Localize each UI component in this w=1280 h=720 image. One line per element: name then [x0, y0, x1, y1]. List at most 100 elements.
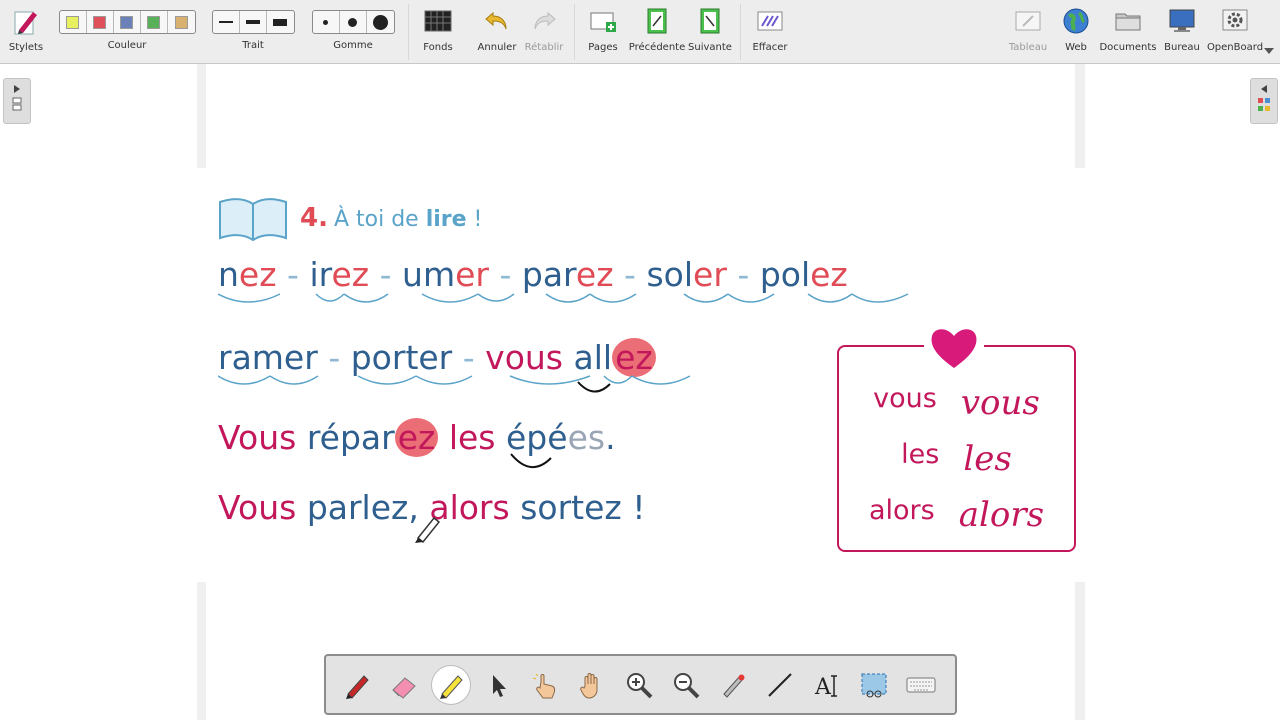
- board-icon: [1013, 0, 1043, 42]
- zoom-out-button[interactable]: [667, 666, 705, 704]
- documents-button[interactable]: Documents: [1099, 0, 1157, 64]
- highlighter-tool-button[interactable]: [432, 665, 470, 704]
- heart-icon: [924, 329, 984, 368]
- precedente-button[interactable]: Précédente: [629, 0, 685, 64]
- pages-thumbnail-icon: [12, 97, 22, 111]
- sight-word-row: les les: [901, 439, 1012, 479]
- zoom-out-icon: [674, 672, 700, 698]
- pages-button[interactable]: Pages: [582, 0, 624, 64]
- effacer-label: Effacer: [752, 42, 788, 53]
- color-tan[interactable]: [168, 11, 195, 33]
- separator: [408, 4, 409, 60]
- hand-icon: [580, 672, 598, 699]
- top-toolbar: Stylets Couleur Trait Gomme Fonds Annule…: [0, 0, 1280, 64]
- syllable-arcs-line-2: [218, 375, 691, 393]
- line-tool-button[interactable]: [761, 666, 799, 704]
- line-width-selector: [211, 10, 295, 34]
- line-thin[interactable]: [213, 11, 240, 33]
- library-icon: [1258, 98, 1270, 111]
- board-page-above: [206, 64, 1075, 168]
- clear-page-icon: [755, 0, 785, 42]
- expand-right-icon: [14, 85, 20, 93]
- retablir-button[interactable]: Rétablir: [522, 0, 566, 64]
- color-blue[interactable]: [114, 11, 141, 33]
- virtual-keyboard-button[interactable]: [902, 666, 940, 704]
- web-label: Web: [1065, 42, 1087, 53]
- laser-pointer-button[interactable]: [714, 666, 752, 704]
- separator: [740, 4, 741, 60]
- zoom-in-icon: [627, 672, 653, 698]
- effacer-button[interactable]: Effacer: [748, 0, 792, 64]
- right-palette-tab[interactable]: [1250, 78, 1278, 124]
- previous-page-icon: [644, 0, 670, 42]
- pages-label: Pages: [588, 42, 618, 53]
- open-book-icon: [219, 198, 287, 242]
- exercise-instruction: À toi de lire !: [333, 207, 483, 232]
- capture-tool-button[interactable]: [855, 666, 893, 704]
- svg-text:A: A: [814, 675, 832, 700]
- pointing-hand-icon: [532, 673, 556, 698]
- stylets-label: Stylets: [8, 42, 44, 53]
- selector-tool-button[interactable]: [479, 666, 517, 704]
- color-green[interactable]: [141, 11, 168, 33]
- stylets-icon: [11, 0, 41, 42]
- text-tool-button[interactable]: A: [808, 666, 846, 704]
- retablir-label: Rétablir: [524, 42, 564, 53]
- undo-icon: [483, 0, 511, 42]
- sight-word-row: vous vous: [873, 383, 1040, 423]
- gomme-label: Gomme: [333, 40, 373, 51]
- tools-palette: A: [324, 654, 957, 715]
- annuler-button[interactable]: Annuler: [474, 0, 520, 64]
- line-icon: [768, 672, 792, 697]
- keyboard-icon: [906, 677, 936, 692]
- eraser-large[interactable]: [367, 11, 394, 33]
- eraser-small[interactable]: [313, 11, 340, 33]
- play-tool-button[interactable]: [526, 666, 564, 704]
- highlighter-icon: [440, 674, 463, 699]
- color-yellow[interactable]: [60, 11, 87, 33]
- zoom-in-button[interactable]: [620, 666, 658, 704]
- hand-tool-button[interactable]: [573, 666, 611, 704]
- add-page-icon: [588, 0, 618, 42]
- couleur-group: Couleur: [57, 0, 197, 64]
- color-selector: [58, 10, 196, 34]
- highlighted-ending: ez: [394, 418, 439, 457]
- color-red[interactable]: [87, 11, 114, 33]
- reading-line-1: nez - irez - umer - parez - soler - pole…: [218, 255, 848, 294]
- highlighter-cursor-icon: [415, 516, 441, 544]
- tableau-button[interactable]: Tableau: [1006, 0, 1050, 64]
- arrow-cursor-icon: [493, 674, 506, 697]
- eraser-medium[interactable]: [340, 11, 367, 33]
- text-icon: A: [814, 675, 837, 700]
- pen-tool-button[interactable]: [338, 666, 376, 704]
- globe-icon: [1061, 0, 1091, 42]
- eraser-tool-button[interactable]: [385, 666, 423, 704]
- left-palette-tab[interactable]: [3, 78, 31, 124]
- grid-background-icon: [423, 0, 453, 42]
- sight-word-row: alors alors: [868, 495, 1045, 535]
- stylets-button[interactable]: Stylets: [4, 0, 48, 64]
- separator: [574, 4, 575, 60]
- fonds-label: Fonds: [423, 42, 453, 53]
- expand-left-icon: [1261, 85, 1267, 93]
- bureau-button[interactable]: Bureau: [1160, 0, 1204, 64]
- web-button[interactable]: Web: [1054, 0, 1098, 64]
- screen-capture-icon: [861, 673, 887, 697]
- line-medium[interactable]: [240, 11, 267, 33]
- line-thick[interactable]: [267, 11, 294, 33]
- openboard-button[interactable]: OpenBoard: [1206, 0, 1264, 64]
- chevron-down-icon[interactable]: [1264, 48, 1274, 54]
- fonds-button[interactable]: Fonds: [416, 0, 460, 64]
- gear-icon: [1220, 0, 1250, 42]
- pen-icon: [346, 674, 369, 699]
- exercise-number: 4.: [300, 203, 328, 233]
- next-page-icon: [697, 0, 723, 42]
- desktop-monitor-icon: [1167, 0, 1197, 42]
- gomme-group: Gomme: [311, 0, 395, 64]
- bureau-label: Bureau: [1164, 42, 1200, 53]
- suivante-button[interactable]: Suivante: [688, 0, 732, 64]
- exercise-title: 4. À toi de lire !: [300, 203, 482, 233]
- documents-label: Documents: [1099, 42, 1157, 53]
- sight-words-box: vous vous les les alors alors: [837, 345, 1076, 552]
- laser-pointer-icon: [723, 674, 745, 698]
